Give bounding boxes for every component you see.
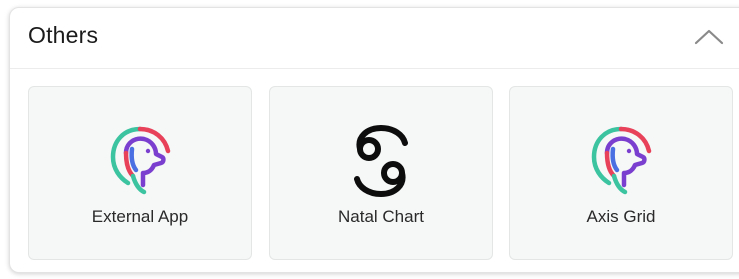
card-axis-grid[interactable]: Axis Grid bbox=[509, 86, 733, 260]
chevron-up-icon bbox=[694, 29, 724, 45]
collapse-button[interactable] bbox=[690, 20, 728, 54]
cancer-zodiac-icon bbox=[343, 123, 419, 199]
section-title: Others bbox=[28, 22, 99, 48]
card-external-app[interactable]: External App bbox=[28, 86, 252, 260]
card-label: Natal Chart bbox=[338, 207, 424, 226]
card-natal-chart[interactable]: Natal Chart bbox=[269, 86, 493, 260]
others-panel: Others External App Natal Chart Axis Gri… bbox=[9, 7, 739, 273]
dog-logo-icon bbox=[102, 123, 178, 199]
card-label: Axis Grid bbox=[586, 207, 656, 226]
panel-header[interactable]: Others bbox=[10, 8, 739, 69]
dog-logo-icon bbox=[583, 123, 659, 199]
card-label: External App bbox=[91, 207, 189, 226]
